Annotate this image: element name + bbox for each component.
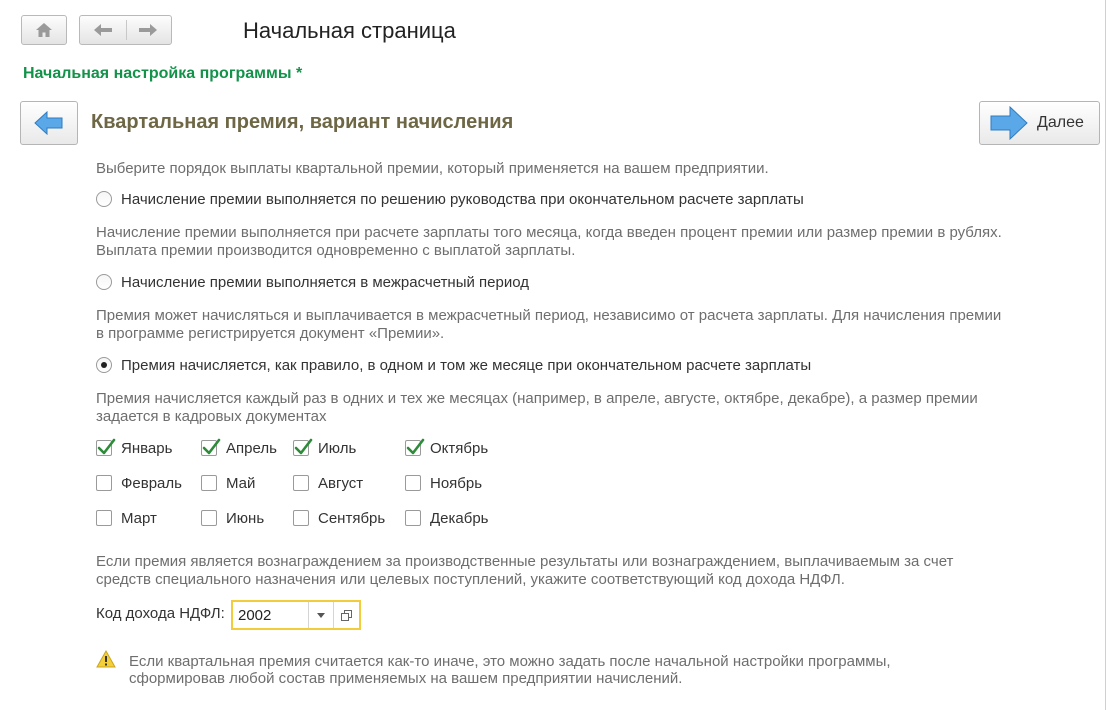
month-checkbox[interactable]: Июль xyxy=(293,438,356,458)
chevron-down-icon xyxy=(317,613,325,618)
radio-option-management-decision[interactable]: Начисление премии выполняется по решению… xyxy=(96,188,804,210)
open-window-icon xyxy=(341,610,352,621)
ndfl-note: Если премия является вознаграждением за … xyxy=(96,553,953,589)
option-description: Премия может начисляться и выплачивается… xyxy=(96,307,1001,343)
month-checkbox[interactable]: Январь xyxy=(96,438,172,458)
back-button[interactable] xyxy=(20,101,78,145)
next-button-label: Далее xyxy=(1037,114,1084,131)
month-label: Октябрь xyxy=(430,439,489,457)
description-line: Выплата премии производится одновременно… xyxy=(96,242,576,259)
ndfl-code-value[interactable]: 2002 xyxy=(238,607,271,624)
month-checkbox[interactable]: Март xyxy=(96,508,157,528)
month-label: Май xyxy=(226,474,256,492)
checkbox[interactable] xyxy=(293,475,309,491)
radio-option-same-month[interactable]: Премия начисляется, как правило, в одном… xyxy=(96,354,811,376)
checkbox[interactable] xyxy=(405,510,421,526)
description-line: в программе регистрируется документ «Пре… xyxy=(96,325,445,342)
month-label: Март xyxy=(121,509,157,527)
checkmark-icon xyxy=(97,438,116,455)
description-line: Премия может начисляться и выплачивается… xyxy=(96,307,1002,324)
description-line: Начисление премии выполняется при расчет… xyxy=(96,224,1002,241)
checkmark-icon xyxy=(406,438,425,455)
note-line: средств специального назначения или целе… xyxy=(96,571,845,588)
radio-button[interactable] xyxy=(96,191,112,207)
month-checkbox[interactable]: Май xyxy=(201,473,255,493)
month-checkbox[interactable]: Октябрь xyxy=(405,438,488,458)
option-description: Начисление премии выполняется при расчет… xyxy=(96,224,1002,260)
month-checkbox[interactable]: Февраль xyxy=(96,473,182,493)
option-description: Премия начисляется каждый раз в одних и … xyxy=(96,390,978,426)
next-button[interactable]: Далее xyxy=(979,101,1100,145)
radio-option-interpayment-period[interactable]: Начисление премии выполняется в межрасче… xyxy=(96,271,529,293)
month-label: Июнь xyxy=(226,509,265,527)
checkmark-icon xyxy=(294,438,313,455)
checkbox-checked[interactable] xyxy=(96,438,116,456)
form-subtitle: Начальная настройка программы * xyxy=(23,65,303,82)
checkbox[interactable] xyxy=(96,510,112,526)
month-label: Июль xyxy=(318,439,357,457)
month-checkbox[interactable]: Апрель xyxy=(201,438,277,458)
description-line: Премия начисляется каждый раз в одних и … xyxy=(96,390,978,407)
month-label: Январь xyxy=(121,439,173,457)
forward-arrow-icon xyxy=(990,106,1028,140)
month-label: Апрель xyxy=(226,439,277,457)
section-title: Квартальная премия, вариант начисления xyxy=(91,111,514,133)
radio-label: Начисление премии выполняется по решению… xyxy=(121,190,804,208)
intro-text: Выберите порядок выплаты квартальной пре… xyxy=(96,160,769,177)
home-icon xyxy=(36,23,52,37)
ndfl-code-label: Код дохода НДФЛ: xyxy=(96,605,225,622)
month-checkbox[interactable]: Сентябрь xyxy=(293,508,385,528)
warning-line: Если квартальная премия считается как-то… xyxy=(129,653,891,670)
month-label: Ноябрь xyxy=(430,474,483,492)
history-nav xyxy=(79,15,172,45)
description-line: задается в кадровых документах xyxy=(96,408,327,425)
checkbox-checked[interactable] xyxy=(293,438,313,456)
page-title: Начальная страница xyxy=(243,18,456,43)
month-label: Декабрь xyxy=(430,509,489,527)
checkbox[interactable] xyxy=(293,510,309,526)
month-label: Февраль xyxy=(121,474,182,492)
radio-button-selected[interactable] xyxy=(96,357,112,373)
open-button[interactable] xyxy=(334,602,359,628)
month-checkbox[interactable]: Август xyxy=(293,473,363,493)
month-label: Сентябрь xyxy=(318,509,386,527)
note-line: Если премия является вознаграждением за … xyxy=(96,553,954,570)
checkbox[interactable] xyxy=(96,475,112,491)
month-checkbox[interactable]: Декабрь xyxy=(405,508,488,528)
nav-divider xyxy=(126,20,127,40)
ndfl-code-field[interactable]: 2002 xyxy=(231,600,361,630)
checkbox[interactable] xyxy=(201,510,217,526)
dropdown-button[interactable] xyxy=(309,602,333,628)
warning-icon xyxy=(96,650,116,668)
checkbox-checked[interactable] xyxy=(201,438,221,456)
checkbox-checked[interactable] xyxy=(405,438,425,456)
forward-arrow-icon[interactable] xyxy=(138,23,158,37)
warning-text: Если квартальная премия считается как-то… xyxy=(129,653,891,687)
radio-label: Начисление премии выполняется в межрасче… xyxy=(121,273,529,291)
checkmark-icon xyxy=(202,438,221,455)
month-checkbox[interactable]: Ноябрь xyxy=(405,473,482,493)
month-checkbox[interactable]: Июнь xyxy=(201,508,264,528)
radio-button[interactable] xyxy=(96,274,112,290)
home-button[interactable] xyxy=(21,15,67,45)
checkbox[interactable] xyxy=(405,475,421,491)
warning-line: сформировав любой состав применяемых на … xyxy=(129,670,683,687)
month-label: Август xyxy=(318,474,364,492)
radio-label: Премия начисляется, как правило, в одном… xyxy=(121,356,812,374)
back-arrow-icon[interactable] xyxy=(93,23,113,37)
checkbox[interactable] xyxy=(201,475,217,491)
back-arrow-icon xyxy=(34,111,63,135)
